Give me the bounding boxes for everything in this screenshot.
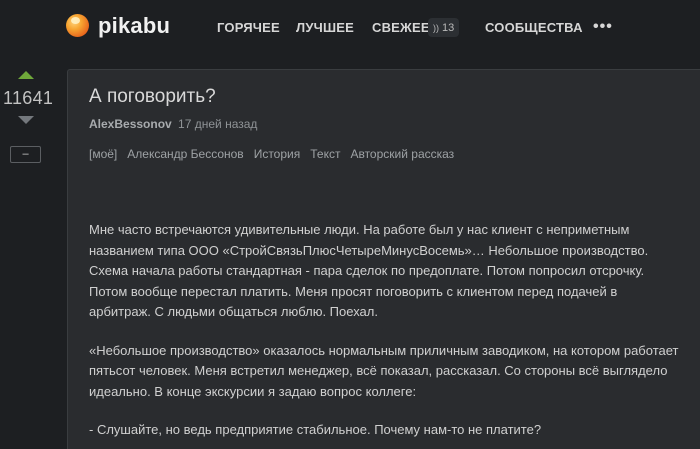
story-paragraph: - Слушайте, но ведь предприятие стабильн…	[89, 422, 542, 437]
fresh-count-badge[interactable]: )) 13	[428, 18, 460, 37]
tag[interactable]: [моё]	[89, 147, 117, 161]
more-menu-icon[interactable]: •••	[593, 18, 613, 36]
post-tags: [моё] Александр Бессонов История Текст А…	[89, 147, 454, 161]
fresh-count: 13	[442, 21, 455, 34]
tag[interactable]: История	[254, 147, 301, 161]
tag[interactable]: Авторский рассказ	[350, 147, 454, 161]
story-paragraph: Мне часто встречаются удивительные люди.…	[89, 222, 649, 319]
upvote-icon[interactable]	[18, 71, 34, 79]
downvote-icon[interactable]	[18, 116, 34, 124]
post-rating: 11641	[3, 88, 54, 108]
top-header: pikabu ГОРЯЧЕЕ ЛУЧШЕЕ СВЕЖЕЕ )) 13 СООБЩ…	[0, 0, 700, 56]
collapse-post-button[interactable]: –	[10, 146, 41, 163]
nav-hot[interactable]: ГОРЯЧЕЕ	[217, 20, 280, 36]
pikabu-logo-icon	[66, 14, 89, 37]
post-title[interactable]: А поговорить?	[89, 86, 216, 108]
rss-icon: ))	[433, 22, 439, 33]
logo-text: pikabu	[98, 12, 171, 38]
post-meta: AlexBessonov 17 дней назад	[89, 117, 257, 131]
post-story: Мне часто встречаются удивительные люди.…	[89, 220, 679, 449]
pikabu-logo[interactable]: pikabu	[66, 14, 170, 37]
story-paragraph: «Небольшое производство» оказалось норма…	[89, 342, 679, 399]
nav-fresh[interactable]: СВЕЖЕЕ	[372, 20, 430, 36]
tag[interactable]: Александр Бессонов	[127, 147, 243, 161]
nav-communities[interactable]: СООБЩЕСТВА	[485, 20, 583, 36]
post-author[interactable]: AlexBessonov	[89, 117, 172, 131]
tag[interactable]: Текст	[310, 147, 340, 161]
post-time: 17 дней назад	[178, 117, 258, 131]
nav-best[interactable]: ЛУЧШЕЕ	[296, 20, 354, 36]
